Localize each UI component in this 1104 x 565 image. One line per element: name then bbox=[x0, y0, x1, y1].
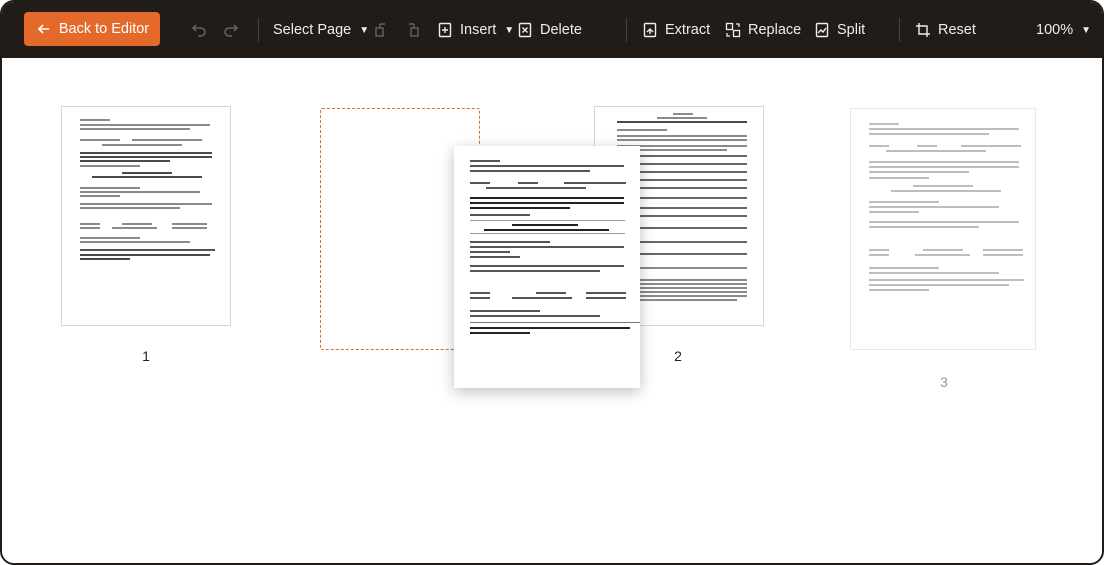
insert-label: Insert bbox=[460, 22, 497, 38]
reset-label: Reset bbox=[938, 22, 976, 38]
chevron-down-icon: ▼ bbox=[1081, 24, 1091, 36]
page-thumbnail-3[interactable] bbox=[850, 108, 1036, 350]
dragged-page-thumbnail[interactable] bbox=[454, 146, 640, 388]
delete-page-icon bbox=[516, 21, 534, 39]
move-page-right-button[interactable] bbox=[404, 2, 422, 58]
back-to-editor-button[interactable]: Back to Editor bbox=[24, 12, 160, 46]
page-thumbnail-1[interactable] bbox=[61, 106, 231, 326]
extract-label: Extract bbox=[665, 22, 711, 38]
select-page-dropdown[interactable]: Select Page ▼ bbox=[273, 2, 369, 58]
back-to-editor-label: Back to Editor bbox=[58, 21, 150, 37]
arrow-left-icon bbox=[35, 20, 53, 38]
zoom-dropdown[interactable]: 100% ▼ bbox=[1036, 2, 1091, 58]
replace-icon bbox=[724, 21, 742, 39]
replace-label: Replace bbox=[748, 22, 802, 38]
toolbar-divider bbox=[258, 18, 259, 42]
replace-button[interactable]: Replace bbox=[724, 2, 801, 58]
split-button[interactable]: Split bbox=[813, 2, 865, 58]
app-window: Back to Editor Select Page ▼ Insert ▼ De… bbox=[0, 0, 1104, 565]
move-right-icon bbox=[404, 21, 422, 39]
move-page-left-button[interactable] bbox=[372, 2, 390, 58]
move-left-icon bbox=[372, 21, 390, 39]
reset-button[interactable]: Reset bbox=[914, 2, 976, 58]
chevron-down-icon: ▼ bbox=[504, 24, 515, 36]
delete-button[interactable]: Delete bbox=[516, 2, 582, 58]
extract-button[interactable]: Extract bbox=[641, 2, 710, 58]
select-page-label: Select Page bbox=[273, 22, 352, 38]
chevron-down-icon: ▼ bbox=[359, 24, 370, 36]
page-organizer-canvas: 1 2 3 bbox=[2, 58, 1102, 563]
page-number-1: 1 bbox=[142, 348, 150, 364]
extract-icon bbox=[641, 21, 659, 39]
undo-button[interactable] bbox=[190, 2, 208, 58]
toolbar-divider bbox=[626, 18, 627, 42]
redo-button[interactable] bbox=[222, 2, 240, 58]
crop-reset-icon bbox=[914, 21, 932, 39]
page-number-3: 3 bbox=[940, 374, 948, 390]
insert-button[interactable]: Insert ▼ bbox=[436, 2, 514, 58]
redo-icon bbox=[222, 21, 240, 39]
page-number-2: 2 bbox=[674, 348, 682, 364]
zoom-level: 100% bbox=[1036, 22, 1074, 38]
split-icon bbox=[813, 21, 831, 39]
delete-label: Delete bbox=[540, 22, 582, 38]
insert-page-icon bbox=[436, 21, 454, 39]
toolbar-divider bbox=[899, 18, 900, 42]
toolbar: Back to Editor Select Page ▼ Insert ▼ De… bbox=[2, 2, 1102, 58]
split-label: Split bbox=[837, 22, 866, 38]
undo-icon bbox=[190, 21, 208, 39]
